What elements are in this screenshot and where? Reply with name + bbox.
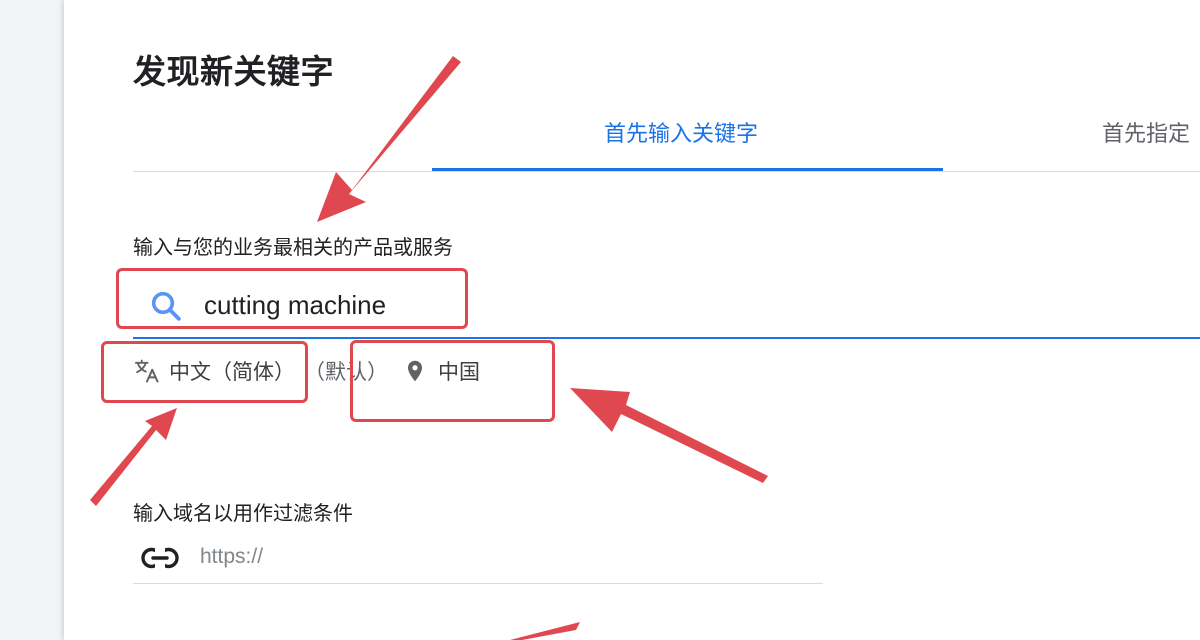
url-input-underline xyxy=(133,583,823,584)
link-icon xyxy=(141,547,179,569)
domain-filter-label: 输入域名以用作过滤条件 xyxy=(133,501,353,525)
active-tab-indicator xyxy=(432,168,943,171)
tab-divider xyxy=(133,171,1200,172)
keyword-input-label: 输入与您的业务最相关的产品或服务 xyxy=(133,235,453,259)
tab-enter-keywords[interactable]: 首先输入关键字 xyxy=(604,116,758,148)
page-title: 发现新关键字 xyxy=(133,52,334,91)
annotation-box-language xyxy=(101,341,308,403)
annotation-box-location xyxy=(350,340,555,422)
search-input-underline xyxy=(133,337,1200,339)
tab-specify-first[interactable]: 首先指定 xyxy=(1102,116,1190,148)
domain-url-input[interactable] xyxy=(200,545,800,569)
annotation-box-keyword xyxy=(116,268,468,329)
